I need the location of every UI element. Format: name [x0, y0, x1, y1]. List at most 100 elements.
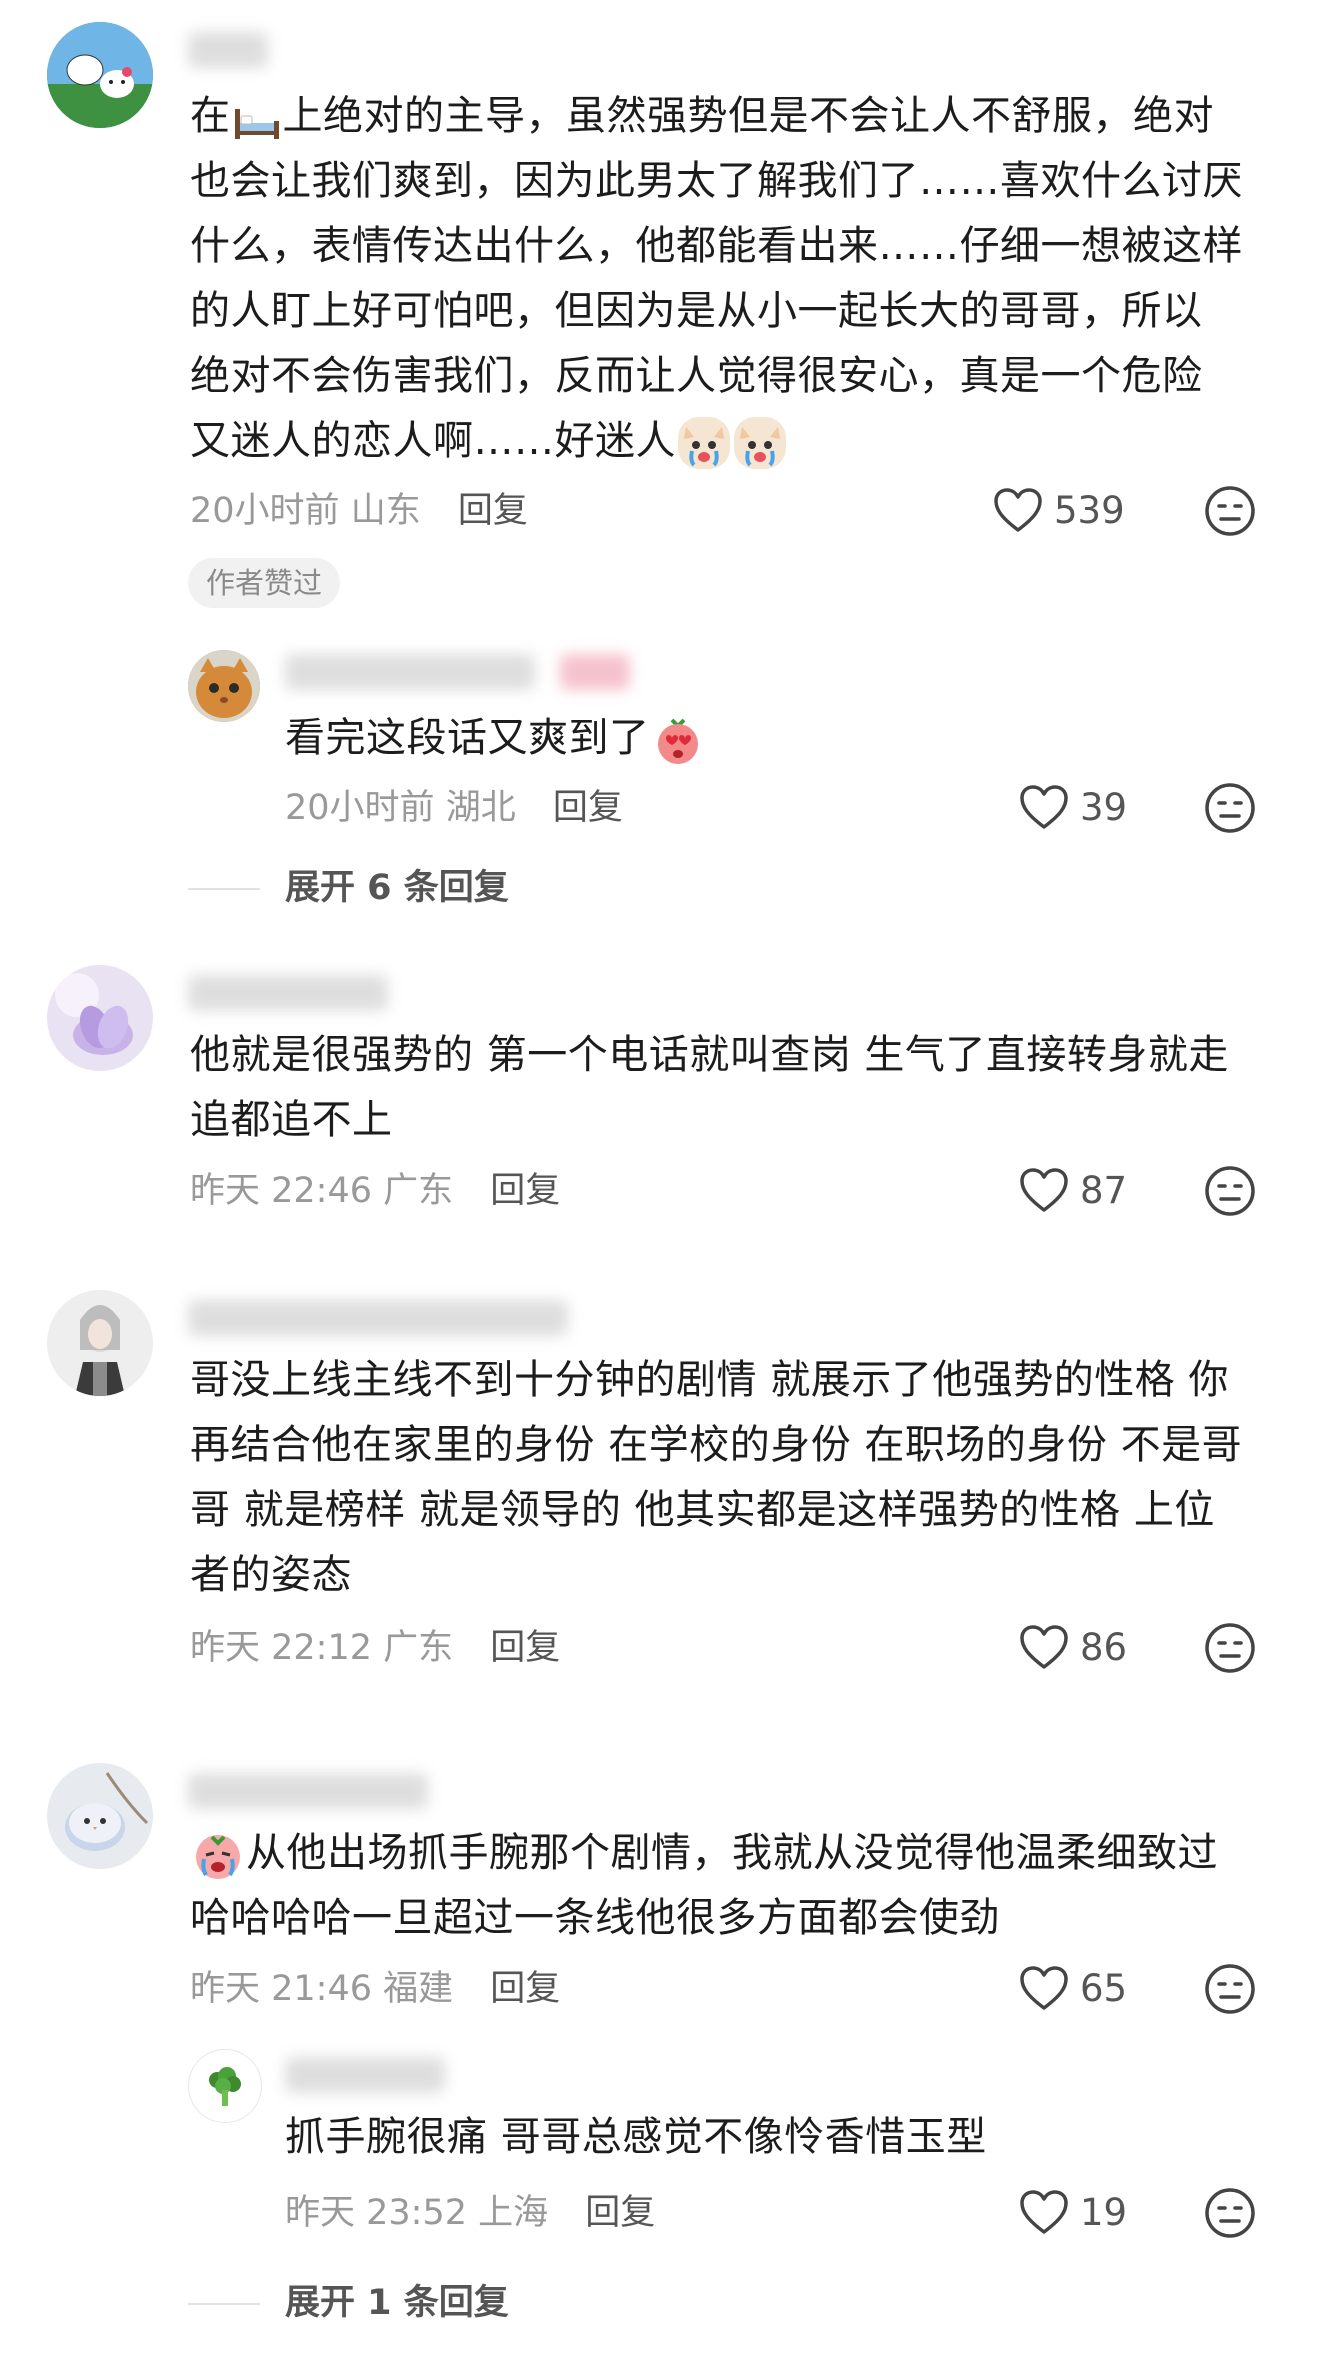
- username-blurred[interactable]: [285, 654, 535, 690]
- heart-eyes-strawberry-emoji-icon: [652, 714, 704, 766]
- comment-prefix: 在: [190, 93, 231, 139]
- like-count: 19: [1080, 2190, 1128, 2234]
- comment-line-text: 看完这段话又爽到了: [285, 715, 650, 761]
- bed-icon: [231, 98, 283, 139]
- comment-location: 福建: [383, 1969, 454, 2009]
- dislike-button[interactable]: [1204, 782, 1256, 834]
- comment-text: 看完这段话又爽到了: [285, 706, 706, 771]
- reply-button[interactable]: 回复: [585, 2193, 655, 2233]
- crying-face-emoji-icon: [192, 1829, 244, 1881]
- avatar-user-4[interactable]: [47, 1290, 153, 1396]
- meh-face-icon: [1205, 486, 1255, 536]
- comment-meta: 昨天 23:52 上海 回复: [285, 2190, 655, 2235]
- meh-face-icon: [1205, 1964, 1255, 2014]
- like-button[interactable]: 19: [1018, 2187, 1127, 2237]
- comment-time: 昨天 23:52: [285, 2193, 467, 2233]
- comment-line: 哥没上线主线不到十分钟的剧情 就展示了他强势的性格 你: [190, 1357, 1229, 1403]
- avatar-user-2[interactable]: [188, 650, 260, 722]
- comment-location: 广东: [383, 1171, 454, 1211]
- reply-button[interactable]: 回复: [490, 1628, 560, 1668]
- comment-meta: 昨天 22:12 广东 回复: [190, 1625, 560, 1670]
- comment-text: 从他出场抓手腕那个剧情，我就从没觉得他温柔细致过 哈哈哈哈一旦超过一条线他很多方…: [190, 1821, 1218, 1951]
- expand-replies-button[interactable]: 展开 6 条回复: [285, 866, 509, 910]
- dislike-button[interactable]: [1204, 1165, 1256, 1217]
- username-blurred[interactable]: [188, 1300, 568, 1336]
- reply-button[interactable]: 回复: [490, 1969, 560, 2009]
- comment-text: 哥没上线主线不到十分钟的剧情 就展示了他强势的性格 你 再结合他在家里的身份 在…: [190, 1348, 1242, 1608]
- reply-button[interactable]: 回复: [490, 1171, 560, 1211]
- comment-text: 在 上绝对的主导，虽然强势但是不会让人不舒服，绝对 也会让我们爽到，因为此男太了解…: [190, 84, 1243, 474]
- username-blurred[interactable]: [188, 975, 388, 1011]
- comment-meta: 昨天 22:46 广东 回复: [190, 1168, 560, 1213]
- like-button[interactable]: 539: [992, 485, 1125, 535]
- like-count: 87: [1080, 1168, 1128, 1212]
- comment-line: 再结合他在家里的身份 在学校的身份 在职场的身份 不是哥: [190, 1422, 1243, 1468]
- comment-line: 从他出场抓手腕那个剧情，我就从没觉得他温柔细致过: [190, 1821, 1218, 1886]
- comment-time: 20小时前: [285, 788, 435, 828]
- comment-line: 看完这段话又爽到了: [285, 706, 706, 771]
- like-button[interactable]: 39: [1018, 782, 1127, 832]
- comment-line: 哥 就是榜样 就是领导的 他其实都是这样强势的性格 上位: [190, 1487, 1215, 1533]
- like-count: 86: [1080, 1625, 1128, 1669]
- heart-outline-icon: [1020, 1168, 1068, 1212]
- dislike-button[interactable]: [1204, 2187, 1256, 2239]
- avatar-user-3[interactable]: [47, 965, 153, 1071]
- heart-outline-icon: [1020, 785, 1068, 829]
- comment-line: 抓手腕很痛 哥哥总感觉不像怜香惜玉型: [285, 2114, 987, 2160]
- expand-divider: [188, 888, 260, 890]
- username-blurred[interactable]: [285, 2057, 445, 2093]
- heart-outline-icon: [1020, 2190, 1068, 2234]
- comment-time: 昨天 22:46: [190, 1171, 372, 1211]
- comment-line: 他就是很强势的 第一个电话就叫查岗 生气了直接转身就走: [190, 1032, 1229, 1078]
- comment-meta: 20小时前 湖北 回复: [285, 785, 623, 830]
- meh-face-icon: [1205, 1623, 1255, 1673]
- comment-line: 追都追不上: [190, 1097, 393, 1143]
- expand-divider: [188, 2303, 260, 2305]
- reply-button[interactable]: 回复: [458, 491, 528, 531]
- reply-button[interactable]: 回复: [553, 788, 623, 828]
- tag-blurred: [560, 654, 630, 690]
- like-button[interactable]: 86: [1018, 1622, 1127, 1672]
- like-count: 39: [1080, 785, 1128, 829]
- comment-line: 也会让我们爽到，因为此男太了解我们了……喜欢什么讨厌: [190, 158, 1243, 204]
- like-count: 539: [1054, 488, 1125, 532]
- comment-line-text: 从他出场抓手腕那个剧情，我就从没觉得他温柔细致过: [246, 1830, 1218, 1876]
- comment-location: 上海: [478, 2193, 549, 2233]
- comment-line: 又迷人的恋人啊……好迷人: [190, 409, 1243, 474]
- comment-line-text: 又迷人的恋人啊……好迷人: [190, 418, 676, 464]
- avatar-user-5[interactable]: [47, 1763, 153, 1869]
- crying-dog-emoji-icon: [678, 417, 730, 469]
- like-button[interactable]: 65: [1018, 1963, 1127, 2013]
- comment-line-text: 上绝对的主导，虽然强势但是不会让人不舒服，绝对: [282, 93, 1214, 139]
- username-blurred[interactable]: [188, 32, 268, 68]
- comment-line: 哈哈哈哈一旦超过一条线他很多方面都会使劲: [190, 1895, 1000, 1941]
- comment-text: 抓手腕很痛 哥哥总感觉不像怜香惜玉型: [285, 2105, 987, 2170]
- expand-replies-button[interactable]: 展开 1 条回复: [285, 2281, 509, 2325]
- comment-line: 者的姿态: [190, 1552, 352, 1598]
- heart-outline-icon: [994, 488, 1042, 532]
- heart-outline-icon: [1020, 1966, 1068, 2010]
- meh-face-icon: [1205, 783, 1255, 833]
- comment-line: 绝对不会伤害我们，反而让人觉得很安心，真是一个危险: [190, 353, 1203, 399]
- dislike-button[interactable]: [1204, 1622, 1256, 1674]
- like-button[interactable]: 87: [1018, 1165, 1127, 1215]
- comment-meta: 昨天 21:46 福建 回复: [190, 1966, 560, 2011]
- comment-time: 昨天 22:12: [190, 1628, 372, 1668]
- heart-outline-icon: [1020, 1625, 1068, 1669]
- dislike-button[interactable]: [1204, 1963, 1256, 2015]
- avatar-user-1[interactable]: [47, 22, 153, 128]
- meh-face-icon: [1205, 2188, 1255, 2238]
- crying-dog-emoji-icon: [734, 417, 786, 469]
- comment-line: 在 上绝对的主导，虽然强势但是不会让人不舒服，绝对: [190, 84, 1243, 149]
- username-blurred[interactable]: [188, 1773, 428, 1809]
- comment-line: 的人盯上好可怕吧，但因为是从小一起长大的哥哥，所以: [190, 288, 1203, 334]
- author-liked-badge: 作者赞过: [188, 558, 341, 608]
- avatar-user-6[interactable]: [188, 2049, 262, 2123]
- comment-time: 20小时前: [190, 491, 340, 531]
- meh-face-icon: [1205, 1166, 1255, 1216]
- comment-text: 他就是很强势的 第一个电话就叫查岗 生气了直接转身就走 追都追不上: [190, 1023, 1229, 1153]
- comment-location: 湖北: [445, 788, 516, 828]
- comment-time: 昨天 21:46: [190, 1969, 372, 2009]
- dislike-button[interactable]: [1204, 485, 1256, 537]
- comment-line: 什么，表情传达出什么，他都能看出来……仔细一想被这样: [190, 223, 1243, 269]
